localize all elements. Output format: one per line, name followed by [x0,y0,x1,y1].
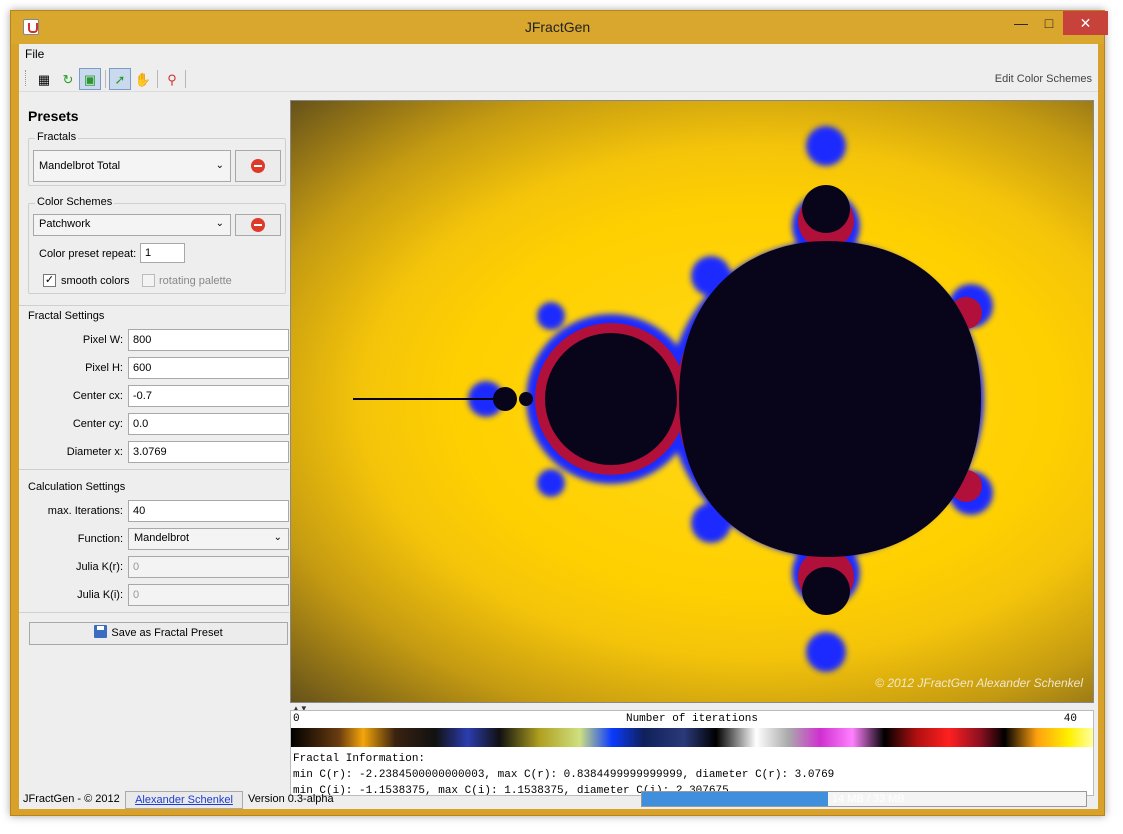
smooth-colors-checkbox[interactable]: ✓ [43,274,56,287]
toolbar-separator [185,70,186,88]
fractal-settings-heading: Fractal Settings [28,310,105,322]
title-bar: JFractGen — □ ✕ [11,11,1108,44]
memory-usage-fill [642,792,829,806]
divider [19,612,289,613]
delete-fractal-preset-button[interactable] [235,150,281,182]
remove-icon [251,159,265,173]
menu-file[interactable]: File [25,47,44,61]
color-scheme-select[interactable]: Patchwork ⌄ [33,214,231,236]
presets-heading: Presets [28,108,79,124]
pixel-h-label: Pixel H: [85,362,123,374]
toolbar-separator [157,70,158,88]
julia-ki-input[interactable]: 0 [128,584,289,606]
max-iterations-input[interactable]: 40 [128,500,289,522]
center-cx-label: Center cx: [72,390,123,402]
client-area: File ▦ ↻ ▣ ➚ ✋ ⚲ Edit Color Schemes Pres… [19,44,1098,809]
julia-kr-label: Julia K(r): [75,561,123,573]
menu-bar: File [19,44,1098,64]
function-value: Mandelbrot [134,532,190,544]
divider [19,469,289,470]
mandelbrot-body [353,185,981,615]
color-preset-repeat-label: Color preset repeat: [39,248,137,260]
mandelbrot-set-drawing [353,126,993,672]
center-cx-input[interactable]: -0.7 [128,385,289,407]
status-bar: JFractGen - © 2012 Alexander Schenkel Ve… [19,791,1098,809]
chevron-down-icon: ⌄ [215,218,224,229]
divider [19,305,289,306]
delete-color-scheme-button[interactable] [235,214,281,236]
fractal-preset-value: Mandelbrot Total [39,160,121,172]
color-preset-repeat-input[interactable]: 1 [140,243,185,263]
info-line-real: min C(r): -2.2384500000000003, max C(r):… [293,769,835,781]
pixel-h-input[interactable]: 600 [128,357,289,379]
memory-usage-bar: 14 MB / 33 MB [641,791,1087,807]
palette-title: Number of iterations [625,713,759,725]
select-zoom-icon[interactable]: ▣ [79,68,101,90]
smooth-colors-label: smooth colors [61,275,130,287]
toolbar-grip[interactable] [25,70,28,86]
settings-panel: Presets Fractals Mandelbrot Total ⌄ Colo… [19,92,289,782]
floppy-disk-icon [94,625,108,638]
fractal-preset-select[interactable]: Mandelbrot Total ⌄ [33,150,231,182]
palette-max-label: 40 [1063,713,1077,725]
diameter-input[interactable]: 3.0769 [128,441,289,463]
fractals-group: Fractals Mandelbrot Total ⌄ [28,131,286,186]
pixel-w-label: Pixel W: [82,334,123,346]
julia-kr-input[interactable]: 0 [128,556,289,578]
copyright-watermark: © 2012 JFractGen Alexander Schenkel [875,676,1083,690]
palette-header: 0 Number of iterations 40 [291,711,1093,727]
center-cy-input[interactable]: 0.0 [128,413,289,435]
pixel-w-input[interactable]: 800 [128,329,289,351]
author-link[interactable]: Alexander Schenkel [125,791,243,809]
version-label: Version 0.3-alpha [248,793,334,805]
toolbar-separator [105,70,106,88]
julia-ki-label: Julia K(i): [77,589,123,601]
calculation-settings-heading: Calculation Settings [28,481,126,493]
maximize-button[interactable]: □ [1035,11,1063,35]
center-cy-label: Center cy: [72,418,123,430]
fractals-group-title: Fractals [35,131,79,143]
color-schemes-group-title: Color Schemes [35,196,115,208]
fractal-information: Fractal Information: min C(r): -2.2384500… [293,751,835,795]
info-heading: Fractal Information: [293,753,426,765]
color-scheme-value: Patchwork [39,218,91,230]
function-label: Function: [77,533,123,545]
edit-color-schemes-link[interactable]: Edit Color Schemes [995,73,1092,85]
chevron-down-icon: ⌄ [273,532,282,543]
window-title: JFractGen [524,19,591,35]
save-button-label: Save as Fractal Preset [111,627,223,639]
remove-icon [251,218,265,232]
function-select[interactable]: Mandelbrot ⌄ [128,528,289,550]
zoom-out-icon[interactable]: ⚲ [161,68,183,90]
calculator-icon[interactable]: ▦ [33,68,55,90]
close-button[interactable]: ✕ [1063,11,1108,35]
zoom-in-icon[interactable]: ➚ [109,68,131,90]
memory-usage-text: 14 MB / 33 MB [832,793,905,805]
rotating-palette-label: rotating palette [159,275,232,287]
info-panel: 0 Number of iterations 40 Fractal Inform… [290,710,1094,796]
minimize-button[interactable]: — [1007,11,1035,35]
rotating-palette-checkbox[interactable] [142,274,155,287]
diameter-label: Diameter x: [66,446,123,458]
fractal-canvas[interactable]: © 2012 JFractGen Alexander Schenkel [290,100,1094,703]
color-palette-bar [291,728,1093,747]
max-iterations-label: max. Iterations: [47,505,123,517]
color-schemes-group: Color Schemes Patchwork ⌄ Color preset r… [28,196,286,294]
app-window: JFractGen — □ ✕ File ▦ ↻ ▣ ➚ ✋ ⚲ Edit Co… [10,10,1108,816]
chevron-down-icon: ⌄ [215,160,224,171]
save-fractal-preset-button[interactable]: Save as Fractal Preset [29,622,288,645]
mandelbrot-image[interactable]: © 2012 JFractGen Alexander Schenkel [291,101,1093,702]
toolbar: ▦ ↻ ▣ ➚ ✋ ⚲ Edit Color Schemes [19,64,1098,92]
refresh-icon[interactable]: ↻ [57,68,79,90]
status-copyright: JFractGen - © 2012 [23,793,120,805]
pan-hand-icon[interactable]: ✋ [132,68,154,90]
